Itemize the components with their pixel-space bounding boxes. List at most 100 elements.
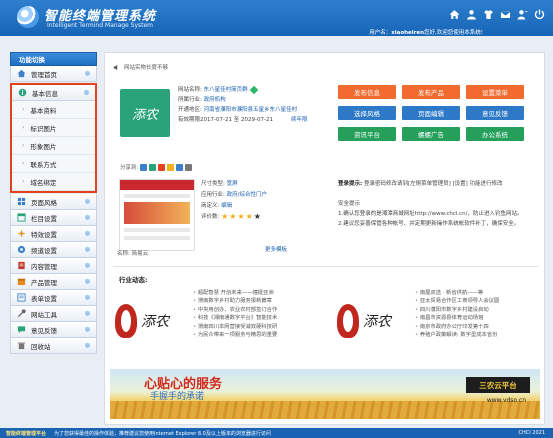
footer-text: 为了您获得最佳的操作体验，推荐建议您使用Internet Explorer 8.…	[54, 430, 271, 437]
sidebar-item-effects[interactable]: 特效设置	[10, 226, 97, 242]
sidebar-item-products[interactable]: 产品管理	[10, 274, 97, 290]
store-logo[interactable]: 添农	[120, 89, 170, 137]
sidebar-subitem-profile[interactable]: › 基本资料	[12, 101, 95, 119]
news-platform-button[interactable]: 资讯平台	[338, 127, 396, 141]
expand-dot-icon	[85, 71, 90, 76]
user-icon[interactable]	[466, 9, 477, 20]
star-filled-icon: ★	[245, 211, 253, 221]
publish-info-button[interactable]: 发布信息	[338, 85, 396, 99]
news-block-left: 添农 超配智慧 开创未来——幢挺亚洲 渭南数字乡村助力服务报新篇章 中央用创办、…	[115, 289, 315, 357]
expand-dot-icon	[85, 343, 90, 348]
notice: 网站实物长度不够	[113, 63, 168, 71]
home-icon[interactable]	[449, 9, 460, 20]
news-item[interactable]: 科技《湘南通数字平台》智能技术	[193, 314, 277, 322]
sidebar-subitem-image[interactable]: › 形象图片	[12, 137, 95, 155]
chevron-right-icon: ›	[22, 160, 25, 167]
sidebar-item-channels[interactable]: 频道设置	[10, 242, 97, 258]
edit-template-link[interactable]: 编辑	[221, 203, 232, 209]
expand-dot-icon	[84, 90, 89, 95]
sidebar-item-feedback[interactable]: 意见反馈	[10, 322, 97, 338]
template-name: 名称: 简易云	[117, 251, 149, 257]
shirt-icon[interactable]	[483, 9, 494, 20]
chevron-right-icon: ›	[22, 124, 25, 131]
wrench-icon	[17, 309, 26, 318]
sidebar-subitem-logo-image[interactable]: › 标识图片	[12, 119, 95, 137]
share-qzone-icon[interactable]	[167, 163, 175, 171]
store-info: 网站名称: 东八星佳村简页群 所属行业: 政府机构 开通地区: 河南省濮阳市濮阳…	[178, 85, 308, 123]
more-templates-link[interactable]: 更多模板	[265, 245, 287, 253]
mail-icon[interactable]	[500, 9, 511, 20]
share-renren-icon[interactable]	[176, 163, 184, 171]
column-icon	[17, 213, 26, 222]
sidebar: 功能切换 管理首页 基本信息 › 基本资料 › 标识图片 › 形象图片 › 联系方式 ›…	[10, 52, 97, 354]
star-empty-icon: ★	[253, 211, 261, 221]
banner-brand: 三农云平台	[466, 377, 530, 393]
news-title: 行业动态:	[119, 276, 148, 284]
share-wechat-icon[interactable]	[149, 163, 157, 171]
footer-right: CHCI 2021	[518, 430, 545, 436]
news-item[interactable]: 中央用创办、农业农村部签订合作	[193, 306, 277, 314]
news-item[interactable]: 为民众带来一项服务与精思的重要	[193, 331, 277, 339]
news-item[interactable]: 渭南数字乡村助力服务报新篇章	[193, 297, 277, 305]
sidebar-item-page-style[interactable]: 页面风格	[10, 194, 97, 210]
page-edit-button[interactable]: 页面编辑	[402, 106, 460, 120]
share-plus-icon[interactable]	[140, 163, 148, 171]
safety-tips: 安全提示 1.确认您登录的是湘潭商城网址http://www.chci.cn/，…	[338, 201, 523, 227]
news-item[interactable]: 南屋双选 · 新省供航——等	[415, 289, 499, 297]
news-item[interactable]: 超配智慧 开创未来——幢挺亚洲	[193, 289, 277, 297]
news-list-left: 超配智慧 开创未来——幢挺亚洲 渭南数字乡村助力服务报新篇章 中央用创办、农业农…	[193, 289, 277, 339]
sidebar-item-content[interactable]: 内容管理	[10, 258, 97, 274]
box-icon	[17, 277, 26, 286]
sidebar-item-recycle-bin[interactable]: 回收站	[10, 338, 97, 354]
share-weibo-icon[interactable]	[158, 163, 166, 171]
sidebar-item-forms[interactable]: 表单设置	[10, 290, 97, 306]
form-icon	[17, 293, 26, 302]
sidebar-item-basic-info[interactable]: 基本信息	[12, 85, 95, 101]
publish-product-button[interactable]: 发布产品	[402, 85, 460, 99]
promo-banner[interactable]: 心贴心的服务 手握手的承诺 三农云平台 www.vdso.cn	[110, 369, 540, 419]
news-item[interactable]: 养殖户政策解读: 数字型成本省份	[415, 331, 499, 339]
menu-settings-button[interactable]: 设置菜单	[466, 85, 524, 99]
star-filled-icon: ★	[237, 211, 245, 221]
user-alt-icon[interactable]	[517, 9, 528, 20]
share-bar: 分享到:	[120, 163, 193, 171]
banner-url: www.vdso.cn	[486, 397, 526, 404]
expand-dot-icon	[85, 263, 90, 268]
sidebar-subitem-domain[interactable]: › 域名绑定	[12, 173, 95, 191]
welcome-text: 用户名：xiaoheiren您好,欢迎您使用本系统!	[369, 30, 483, 36]
footer-brand: 智能终端管理平台	[6, 430, 47, 437]
news-item[interactable]: 亚太贸易合作区工商领导人会议圆	[415, 297, 499, 305]
chevron-right-icon: ›	[22, 178, 25, 185]
news-list-right: 南屋双选 · 新省供航——等 亚太贸易合作区工商领导人会议圆 四川濮阳市数字乡村…	[415, 289, 499, 339]
news-logo-right: 添农	[337, 293, 407, 349]
share-more-icon[interactable]	[185, 163, 193, 171]
renew-link[interactable]: 续年限	[291, 117, 308, 123]
star-filled-icon: ★	[221, 211, 229, 221]
office-system-button[interactable]: 办公系统	[466, 127, 524, 141]
feedback-button[interactable]: 意见反馈	[466, 106, 524, 120]
power-icon[interactable]	[534, 9, 545, 20]
star-filled-icon: ★	[229, 211, 237, 221]
news-item[interactable]: 南昌市资源县体育运动场馆	[415, 314, 499, 322]
logo-icon	[17, 6, 39, 28]
top-header: 智能终端管理系统 Intelligent Termind Manage Syst…	[0, 0, 553, 36]
sidebar-subitem-contact[interactable]: › 联系方式	[12, 155, 95, 173]
ads-button[interactable]: 螺螺广告	[402, 127, 460, 141]
login-note: 登录提示: 登录密码修改请到[左侧菜单管理员] [设置] 功能进行修改	[338, 181, 503, 187]
grid-icon	[17, 197, 26, 206]
sidebar-item-tools[interactable]: 网站工具	[10, 306, 97, 322]
quick-actions: 发布信息 发布产品 设置菜单 选择风格 页面编辑 意见反馈 资讯平台 螺螺广告 …	[338, 85, 524, 141]
chevron-right-icon: ›	[22, 106, 25, 113]
news-item[interactable]: 四川濮阳市数字乡村建设启动	[415, 306, 499, 314]
sidebar-item-column-settings[interactable]: 栏目设置	[10, 210, 97, 226]
trash-icon	[17, 341, 26, 350]
news-logo-left: 添农	[115, 293, 185, 349]
choose-style-button[interactable]: 选择风格	[338, 106, 396, 120]
sidebar-item-home[interactable]: 管理首页	[10, 66, 97, 82]
news-item[interactable]: 渭南四川本网营接受减双硬科技研	[193, 323, 277, 331]
news-block-right: 添农 南屋双选 · 新省供航——等 亚太贸易合作区工商领导人会议圆 四川濮阳市数…	[337, 289, 537, 357]
template-thumbnail[interactable]	[119, 179, 195, 251]
news-item[interactable]: 南京市政府办公厅印发第十四	[415, 323, 499, 331]
brand-mark-icon	[115, 304, 137, 338]
chevron-right-icon: ›	[22, 142, 25, 149]
